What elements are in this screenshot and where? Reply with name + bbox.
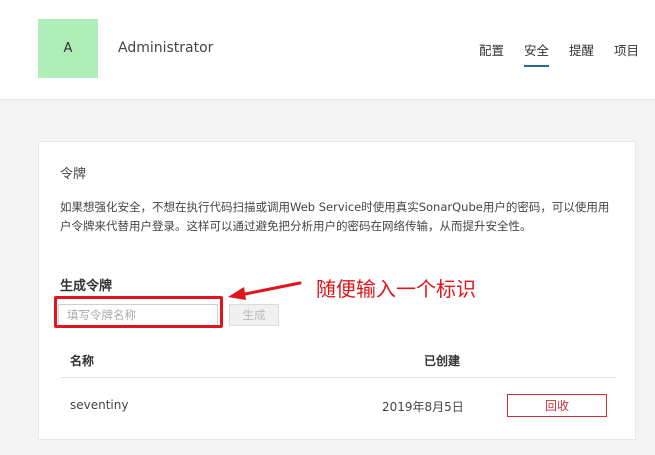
token-description: 如果想强化安全，不想在执行代码扫描或调用Web Service时使用真实Sona… — [60, 200, 610, 233]
generate-token-title: 生成令牌 — [60, 279, 113, 294]
annotation-highlight-box — [54, 296, 223, 328]
token-created-cell: 2019年8月5日 — [382, 400, 464, 414]
tab-security[interactable]: 安全 — [523, 40, 549, 67]
account-nav: 配置 安全 提醒 项目 — [479, 40, 639, 67]
column-header-name: 名称 — [70, 354, 95, 368]
generate-button[interactable]: 生成 — [229, 304, 279, 326]
annotation-arrow-icon — [228, 281, 302, 300]
tab-notifications[interactable]: 提醒 — [569, 40, 594, 67]
username: Administrator — [118, 40, 214, 56]
page-header: A Administrator 配置 安全 提醒 项目 — [0, 0, 655, 100]
table-divider — [60, 377, 616, 378]
annotation-text: 随便输入一个标识 — [316, 277, 476, 301]
tab-config[interactable]: 配置 — [479, 40, 504, 67]
revoke-button[interactable]: 回收 — [507, 394, 607, 417]
token-name-cell: seventiny — [70, 398, 129, 412]
avatar-letter: A — [63, 41, 73, 56]
column-header-created: 已创建 — [424, 354, 461, 368]
card-title: 令牌 — [60, 167, 87, 182]
avatar: A — [38, 19, 98, 78]
tab-projects[interactable]: 项目 — [614, 40, 639, 67]
